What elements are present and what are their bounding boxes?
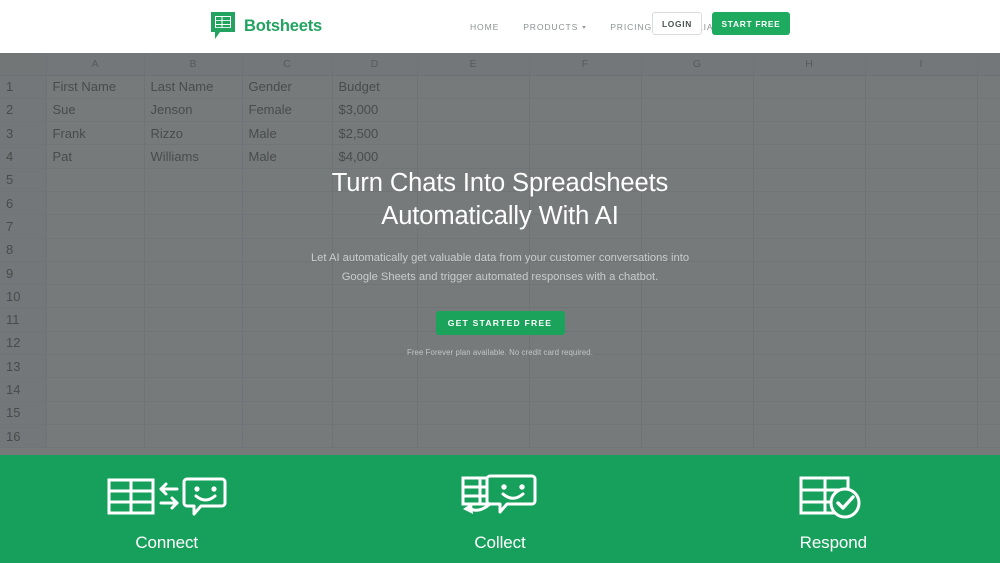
nav-item-products-label: PRODUCTS [523, 21, 579, 32]
hero-section: Turn Chats Into Spreadsheets Automatical… [0, 53, 1000, 455]
login-button[interactable]: LOGIN [652, 12, 702, 35]
hero-title-line-1: Turn Chats Into Spreadsheets [331, 169, 669, 197]
start-free-button[interactable]: START FREE [712, 12, 790, 35]
feature-connect[interactable]: Connect [0, 455, 333, 553]
nav-item-pricing[interactable]: PRICING [610, 22, 652, 32]
nav-item-pricing-label: PRICING [610, 21, 652, 32]
brand-name: Botsheets [244, 16, 322, 35]
grid-chat-arrow-icon [460, 474, 540, 520]
feature-collect-label: Collect [474, 533, 526, 552]
get-started-free-button[interactable]: GET STARTED FREE [435, 311, 565, 336]
chevron-down-icon [582, 26, 587, 29]
feature-connect-label: Connect [135, 533, 198, 552]
brand-logo-link[interactable]: Botsheets [210, 11, 322, 41]
spreadsheet-chat-bubble-icon [210, 11, 236, 41]
hero-subtitle: Let AI automatically get valuable data f… [310, 252, 690, 283]
feature-collect[interactable]: Collect [333, 455, 666, 553]
nav-action-buttons: LOGIN START FREE [652, 12, 790, 35]
hero-title-line-2: Automatically With AI [381, 201, 619, 230]
hero-cta-note: Free Forever plan available. No credit c… [406, 348, 593, 358]
feature-respond-label: Respond [799, 533, 867, 552]
top-navigation-bar: Botsheets HOME PRODUCTS PRICING AFFILIAT… [0, 0, 1000, 53]
nav-item-products[interactable]: PRODUCTS [523, 21, 587, 32]
nav-item-home[interactable]: HOME [470, 22, 499, 32]
nav-item-home-label: HOME [470, 21, 500, 32]
feature-strip: Connect Collect Respond [0, 455, 1000, 563]
feature-respond[interactable]: Respond [667, 455, 1000, 553]
grid-exchange-chat-icon [107, 474, 227, 520]
page-root: A B C D E F G H I J 1 First Name Last Na… [0, 0, 1000, 563]
page-title: Turn Chats Into Spreadsheets Automatical… [331, 167, 669, 232]
grid-check-icon [798, 474, 868, 520]
